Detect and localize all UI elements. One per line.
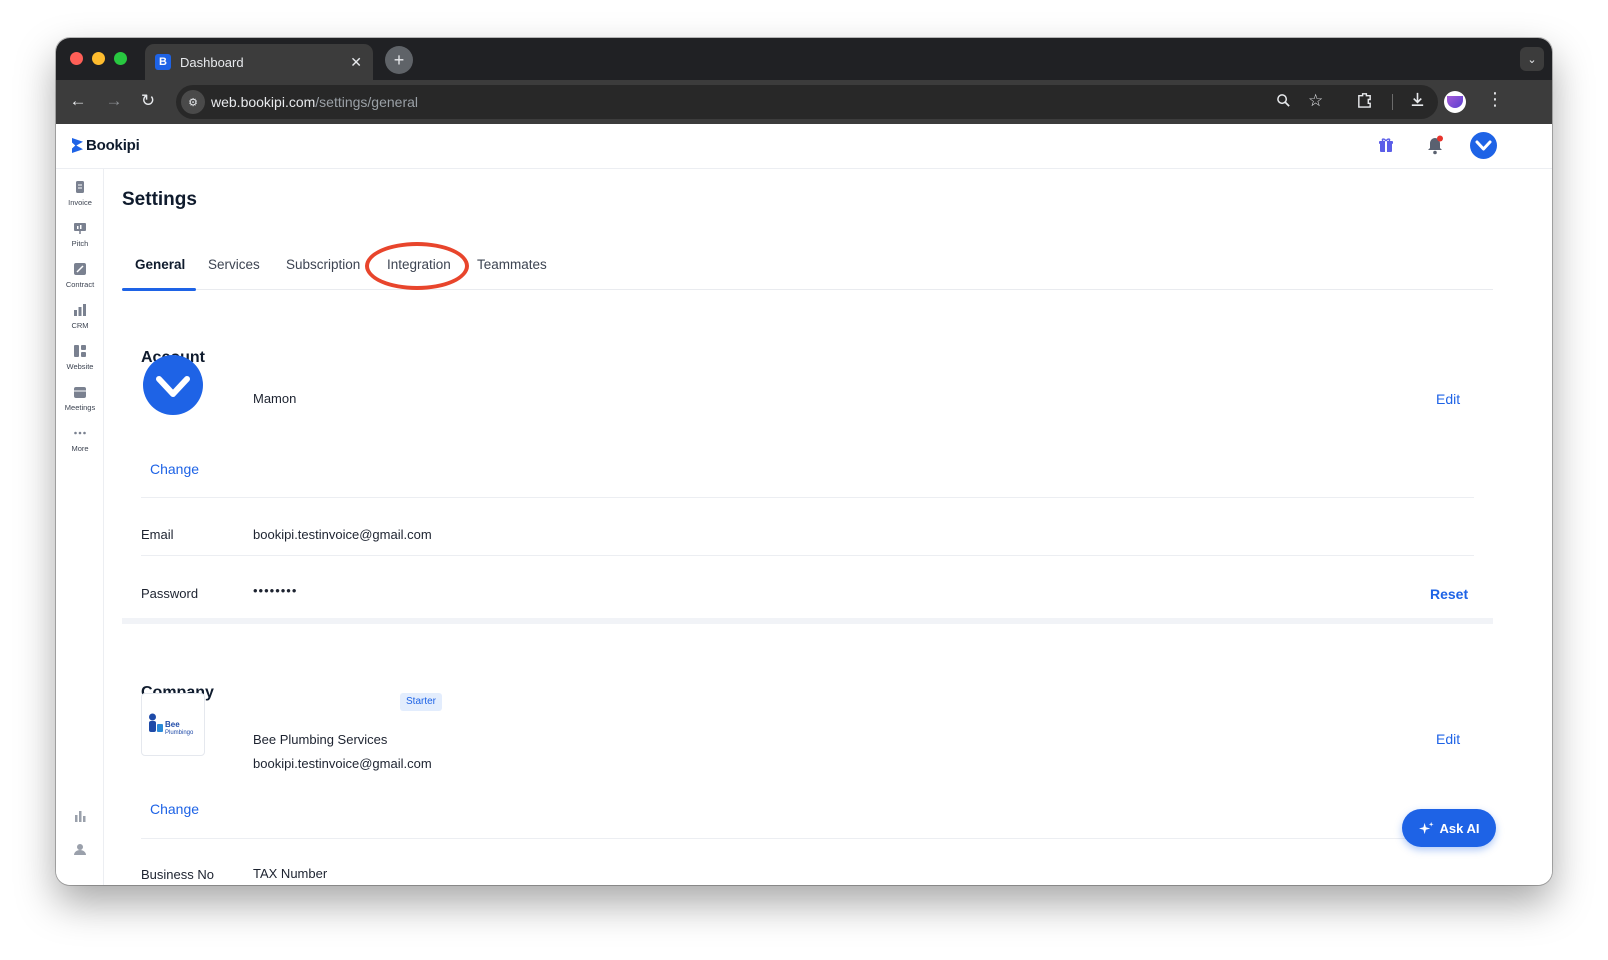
sidebar-label-crm: CRM bbox=[71, 321, 89, 330]
section-separator bbox=[122, 618, 1493, 624]
plan-badge: Starter bbox=[400, 693, 443, 711]
edit-company-link[interactable]: Edit bbox=[1436, 731, 1460, 747]
tab-services[interactable]: Services bbox=[208, 257, 260, 290]
invoice-icon bbox=[76, 181, 84, 193]
maximize-window-button[interactable] bbox=[114, 52, 127, 65]
account-person-icon bbox=[74, 844, 86, 855]
sidebar-label-meetings: Meetings bbox=[64, 403, 96, 412]
ask-ai-button[interactable]: Ask AI bbox=[1402, 809, 1496, 847]
active-tab-indicator bbox=[122, 288, 196, 291]
tab-general[interactable]: General bbox=[135, 257, 185, 290]
app-header: Bookipi bbox=[56, 124, 1552, 169]
svg-text:Plumbingo: Plumbingo bbox=[165, 730, 194, 736]
sidebar-item-more[interactable]: More bbox=[56, 426, 104, 453]
company-name: Bee Plumbing Services bbox=[253, 732, 388, 747]
url-path: /settings/general bbox=[315, 94, 419, 110]
sidebar-label-contract: Contract bbox=[65, 280, 95, 289]
tab-search-chevron-icon[interactable]: ⌄ bbox=[1520, 47, 1544, 71]
bookipi-logo[interactable]: Bookipi bbox=[72, 137, 140, 154]
sidebar-item-crm[interactable]: CRM bbox=[56, 303, 104, 330]
tab-subscription[interactable]: Subscription bbox=[286, 257, 360, 290]
reports-bar-icon bbox=[75, 811, 86, 822]
sidebar-reports-button[interactable] bbox=[56, 809, 104, 823]
downloads-icon[interactable] bbox=[1409, 91, 1426, 113]
notification-bell-icon[interactable] bbox=[1426, 135, 1444, 155]
website-icon bbox=[74, 345, 86, 357]
settings-tabs: General Services Subscription Integratio… bbox=[122, 257, 1493, 291]
settings-main: Settings General Services Subscription I… bbox=[105, 169, 1552, 885]
pitch-icon bbox=[74, 223, 86, 234]
sidebar-label-website: Website bbox=[66, 362, 94, 371]
meetings-icon bbox=[74, 387, 86, 398]
tax-number-label: TAX Number bbox=[253, 866, 328, 881]
sidebar-item-contract[interactable]: Contract bbox=[56, 262, 104, 289]
browser-toolbar: ← → ↻ ⚙ web.bookipi.com/settings/general… bbox=[56, 80, 1552, 124]
edit-account-link[interactable]: Edit bbox=[1436, 391, 1460, 407]
company-logo: Bee Plumbingo bbox=[141, 693, 205, 756]
change-avatar-link[interactable]: Change bbox=[150, 461, 199, 477]
bookipi-favicon-icon: B bbox=[155, 54, 171, 70]
logo-text: Bookipi bbox=[86, 137, 140, 154]
page-title: Settings bbox=[122, 189, 197, 210]
password-label: Password bbox=[141, 586, 199, 601]
close-tab-icon[interactable]: ✕ bbox=[350, 54, 362, 71]
reset-password-link[interactable]: Reset bbox=[1430, 586, 1468, 602]
browser-tab-dashboard[interactable]: B Dashboard ✕ bbox=[145, 44, 373, 80]
tab-title: Dashboard bbox=[180, 54, 244, 70]
chrome-menu-icon[interactable]: ⋮ bbox=[1486, 89, 1504, 110]
toolbar-separator bbox=[1392, 94, 1393, 110]
tab-strip: B Dashboard ✕ + ⌄ bbox=[56, 38, 1552, 80]
sidebar-item-pitch[interactable]: Pitch bbox=[56, 221, 104, 248]
address-bar[interactable]: ⚙ web.bookipi.com/settings/general ☆ bbox=[176, 85, 1438, 119]
sidebar-label-pitch: Pitch bbox=[71, 239, 89, 248]
new-tab-button[interactable]: + bbox=[385, 46, 413, 74]
profile-avatar[interactable] bbox=[1444, 91, 1466, 113]
minimize-window-button[interactable] bbox=[92, 52, 105, 65]
app-sidebar: Invoice Pitch Contract CRM Website Meeti… bbox=[56, 169, 104, 885]
password-value: •••••••• bbox=[253, 583, 298, 598]
business-no-label: Business No bbox=[141, 867, 214, 882]
change-company-logo-link[interactable]: Change bbox=[150, 801, 199, 817]
site-info-icon[interactable]: ⚙ bbox=[181, 90, 205, 114]
sidebar-item-meetings[interactable]: Meetings bbox=[56, 385, 104, 412]
account-divider-2 bbox=[141, 555, 1474, 556]
sidebar-label-more: More bbox=[71, 444, 89, 453]
svg-text:Bee: Bee bbox=[165, 720, 180, 729]
ask-ai-label: Ask AI bbox=[1439, 820, 1480, 836]
account-avatar bbox=[143, 355, 203, 415]
company-divider bbox=[141, 838, 1474, 839]
sidebar-label-invoice: Invoice bbox=[68, 198, 92, 207]
email-label: Email bbox=[141, 527, 174, 542]
sidebar-account-button[interactable] bbox=[56, 842, 104, 856]
email-value: bookipi.testinvoice@gmail.com bbox=[253, 527, 432, 542]
sidebar-item-website[interactable]: Website bbox=[56, 344, 104, 371]
account-divider-1 bbox=[141, 497, 1474, 498]
zoom-icon[interactable] bbox=[1276, 93, 1291, 112]
gift-icon[interactable] bbox=[1378, 137, 1394, 153]
more-icon bbox=[74, 431, 86, 435]
close-window-button[interactable] bbox=[70, 52, 83, 65]
account-name: Mamon bbox=[253, 391, 297, 406]
tab-teammates[interactable]: Teammates bbox=[477, 257, 547, 290]
company-email: bookipi.testinvoice@gmail.com bbox=[253, 756, 432, 771]
bookipi-logo-icon bbox=[72, 138, 83, 153]
crm-icon bbox=[74, 304, 86, 316]
sidebar-item-invoice[interactable]: Invoice bbox=[56, 180, 104, 207]
reload-icon[interactable]: ↻ bbox=[137, 91, 159, 111]
browser-window: B Dashboard ✕ + ⌄ ← → ↻ ⚙ web.bookipi.co… bbox=[56, 38, 1552, 885]
forward-arrow-icon[interactable]: → bbox=[103, 91, 125, 111]
bookmark-star-icon[interactable]: ☆ bbox=[1308, 91, 1323, 111]
contract-icon bbox=[74, 263, 86, 275]
sparkle-icon bbox=[1418, 821, 1434, 834]
user-avatar[interactable] bbox=[1470, 132, 1497, 159]
back-arrow-icon[interactable]: ← bbox=[67, 91, 89, 111]
integration-highlight-annotation bbox=[365, 242, 469, 290]
extensions-icon[interactable] bbox=[1356, 91, 1373, 113]
url-host: web.bookipi.com bbox=[211, 94, 316, 110]
url-text[interactable]: web.bookipi.com/settings/general bbox=[211, 94, 418, 110]
